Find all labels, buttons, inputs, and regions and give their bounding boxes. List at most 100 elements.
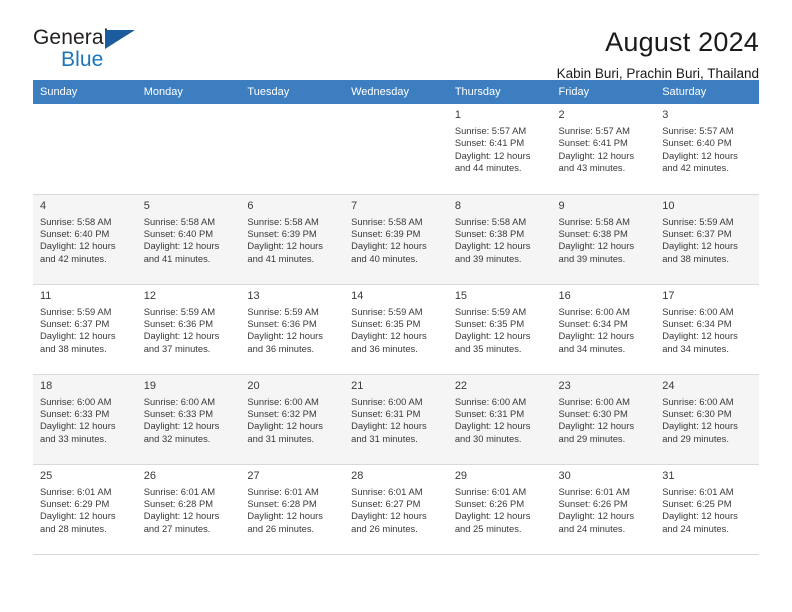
- day-sun-details: Sunrise: 5:57 AM Sunset: 6:41 PM Dayligh…: [454, 125, 531, 174]
- general-blue-logo[interactable]: General Blue: [33, 27, 153, 75]
- calendar-week-row: 4 Sunrise: 5:58 AM Sunset: 6:40 PM Daylig…: [33, 194, 759, 285]
- calendar-empty-cell: [344, 104, 448, 195]
- calendar-day-cell[interactable]: 29 Sunrise: 6:01 AM Sunset: 6:26 PM Dayli…: [447, 464, 552, 555]
- day-sun-details: Sunrise: 5:58 AM Sunset: 6:40 PM Dayligh…: [40, 215, 116, 264]
- day-sun-details: Sunrise: 5:58 AM Sunset: 6:39 PM Dayligh…: [351, 215, 427, 264]
- page-title: August 2024: [605, 27, 759, 57]
- day-sun-details: Sunrise: 6:01 AM Sunset: 6:28 PM Dayligh…: [247, 485, 323, 534]
- day-cell-inner: 2 Sunrise: 5:57 AM Sunset: 6:41 PM Daylig…: [552, 104, 656, 175]
- calendar-day-cell[interactable]: 13 Sunrise: 5:59 AM Sunset: 6:36 PM Dayli…: [240, 284, 345, 375]
- calendar-day-cell[interactable]: 11 Sunrise: 5:59 AM Sunset: 6:37 PM Dayli…: [33, 284, 137, 375]
- calendar-day-cell[interactable]: 4 Sunrise: 5:58 AM Sunset: 6:40 PM Daylig…: [33, 194, 137, 285]
- calendar-day-cell[interactable]: 6 Sunrise: 5:58 AM Sunset: 6:39 PM Daylig…: [240, 194, 345, 285]
- day-cell-inner: 16 Sunrise: 6:00 AM Sunset: 6:34 PM Dayli…: [552, 285, 656, 356]
- day-sun-details: Sunrise: 6:00 AM Sunset: 6:34 PM Dayligh…: [662, 305, 738, 354]
- calendar-day-cell[interactable]: 27 Sunrise: 6:01 AM Sunset: 6:28 PM Dayli…: [240, 464, 345, 555]
- day-sun-details: Sunrise: 6:00 AM Sunset: 6:30 PM Dayligh…: [662, 395, 738, 444]
- calendar-day-cell[interactable]: 9 Sunrise: 5:58 AM Sunset: 6:38 PM Daylig…: [551, 194, 656, 285]
- calendar-week-row: 25 Sunrise: 6:01 AM Sunset: 6:29 PM Dayli…: [33, 464, 759, 555]
- calendar-day-cell[interactable]: 25 Sunrise: 6:01 AM Sunset: 6:29 PM Dayli…: [33, 464, 137, 555]
- day-cell-inner: 8 Sunrise: 5:58 AM Sunset: 6:38 PM Daylig…: [448, 195, 552, 266]
- day-sun-details: Sunrise: 5:59 AM Sunset: 6:37 PM Dayligh…: [662, 215, 738, 264]
- calendar-day-cell[interactable]: 28 Sunrise: 6:01 AM Sunset: 6:27 PM Dayli…: [344, 464, 448, 555]
- calendar-day-cell[interactable]: 8 Sunrise: 5:58 AM Sunset: 6:38 PM Daylig…: [447, 194, 552, 285]
- calendar-day-cell[interactable]: 14 Sunrise: 5:59 AM Sunset: 6:35 PM Dayli…: [344, 284, 448, 375]
- calendar-body: 1 Sunrise: 5:57 AM Sunset: 6:41 PM Daylig…: [33, 104, 759, 555]
- day-number: 1: [454, 109, 461, 121]
- calendar-day-cell[interactable]: 17 Sunrise: 6:00 AM Sunset: 6:34 PM Dayli…: [655, 284, 759, 375]
- calendar-header: Sunday Monday Tuesday Wednesday Thursday Frid…: [33, 80, 759, 104]
- calendar-day-cell[interactable]: 24 Sunrise: 6:00 AM Sunset: 6:30 PM Dayli…: [655, 374, 759, 465]
- day-number: 27: [247, 469, 260, 482]
- day-sun-details: Sunrise: 5:58 AM Sunset: 6:40 PM Dayligh…: [143, 215, 220, 264]
- day-sun-details: Sunrise: 6:01 AM Sunset: 6:29 PM Dayligh…: [40, 485, 116, 534]
- calendar-day-cell[interactable]: 18 Sunrise: 6:00 AM Sunset: 6:33 PM Dayli…: [33, 374, 137, 465]
- calendar-day-cell[interactable]: 5 Sunrise: 5:58 AM Sunset: 6:40 PM Daylig…: [136, 194, 241, 285]
- calendar-day-cell[interactable]: 21 Sunrise: 6:00 AM Sunset: 6:31 PM Dayli…: [344, 374, 448, 465]
- day-sun-details: Sunrise: 5:59 AM Sunset: 6:36 PM Dayligh…: [247, 305, 323, 354]
- weekday-header-thursday: Thursday: [447, 80, 552, 104]
- weekday-header-saturday: Saturday: [655, 80, 759, 104]
- calendar-day-cell[interactable]: 7 Sunrise: 5:58 AM Sunset: 6:39 PM Daylig…: [344, 194, 448, 285]
- calendar-day-cell[interactable]: 3 Sunrise: 5:57 AM Sunset: 6:40 PM Daylig…: [655, 104, 759, 195]
- day-number: 9: [558, 199, 565, 212]
- calendar-day-cell[interactable]: 20 Sunrise: 6:00 AM Sunset: 6:32 PM Dayli…: [240, 374, 345, 465]
- calendar-day-cell[interactable]: 22 Sunrise: 6:00 AM Sunset: 6:31 PM Dayli…: [447, 374, 552, 465]
- day-number: 31: [662, 469, 675, 482]
- logo-text-general: General: [33, 26, 109, 49]
- day-number: 13: [247, 289, 260, 302]
- day-cell-inner: 31 Sunrise: 6:01 AM Sunset: 6:25 PM Dayli…: [655, 465, 759, 536]
- day-number: 21: [351, 379, 364, 392]
- calendar-day-cell[interactable]: 31 Sunrise: 6:01 AM Sunset: 6:25 PM Dayli…: [655, 464, 759, 555]
- day-sun-details: Sunrise: 6:01 AM Sunset: 6:27 PM Dayligh…: [351, 485, 427, 534]
- calendar-day-cell[interactable]: 26 Sunrise: 6:01 AM Sunset: 6:28 PM Dayli…: [136, 464, 241, 555]
- calendar-day-cell[interactable]: 16 Sunrise: 6:00 AM Sunset: 6:34 PM Dayli…: [551, 284, 656, 375]
- day-cell-inner: 4 Sunrise: 5:58 AM Sunset: 6:40 PM Daylig…: [33, 195, 137, 266]
- day-sun-details: Sunrise: 5:59 AM Sunset: 6:36 PM Dayligh…: [143, 305, 220, 354]
- day-sun-details: Sunrise: 5:58 AM Sunset: 6:38 PM Dayligh…: [454, 215, 531, 264]
- day-sun-details: Sunrise: 5:59 AM Sunset: 6:35 PM Dayligh…: [351, 305, 427, 354]
- day-number: 17: [662, 289, 675, 302]
- weekday-header-wednesday: Wednesday: [344, 80, 448, 104]
- day-cell-inner: 9 Sunrise: 5:58 AM Sunset: 6:38 PM Daylig…: [552, 195, 656, 266]
- calendar-day-cell[interactable]: 1 Sunrise: 5:57 AM Sunset: 6:41 PM Daylig…: [447, 104, 552, 195]
- calendar-day-cell[interactable]: 2 Sunrise: 5:57 AM Sunset: 6:41 PM Daylig…: [551, 104, 656, 195]
- day-cell-inner: 7 Sunrise: 5:58 AM Sunset: 6:39 PM Daylig…: [344, 195, 448, 266]
- day-cell-inner: 1 Sunrise: 5:57 AM Sunset: 6:41 PM Daylig…: [448, 104, 552, 175]
- day-number: 3: [662, 109, 669, 121]
- day-number: 5: [143, 199, 150, 212]
- calendar-day-cell[interactable]: 15 Sunrise: 5:59 AM Sunset: 6:35 PM Dayli…: [447, 284, 552, 375]
- day-sun-details: Sunrise: 5:57 AM Sunset: 6:40 PM Dayligh…: [662, 125, 738, 174]
- day-number: 11: [40, 289, 52, 302]
- day-sun-details: Sunrise: 5:59 AM Sunset: 6:35 PM Dayligh…: [454, 305, 531, 354]
- day-number: 24: [662, 379, 675, 392]
- day-cell-inner: 29 Sunrise: 6:01 AM Sunset: 6:26 PM Dayli…: [448, 465, 552, 536]
- calendar-day-cell[interactable]: 19 Sunrise: 6:00 AM Sunset: 6:33 PM Dayli…: [136, 374, 241, 465]
- day-number: 28: [351, 469, 364, 482]
- title-block: August 2024 Kabin Buri, Prachin Buri, Th…: [557, 27, 759, 83]
- day-cell-inner: 28 Sunrise: 6:01 AM Sunset: 6:27 PM Dayli…: [344, 465, 448, 536]
- day-number: 18: [40, 379, 53, 392]
- day-number: 12: [143, 289, 156, 302]
- calendar-day-cell[interactable]: 10 Sunrise: 5:59 AM Sunset: 6:37 PM Dayli…: [655, 194, 759, 285]
- day-sun-details: Sunrise: 5:59 AM Sunset: 6:37 PM Dayligh…: [40, 305, 116, 354]
- day-cell-inner: 18 Sunrise: 6:00 AM Sunset: 6:33 PM Dayli…: [33, 375, 137, 446]
- day-sun-details: Sunrise: 6:00 AM Sunset: 6:31 PM Dayligh…: [351, 395, 427, 444]
- day-sun-details: Sunrise: 6:00 AM Sunset: 6:31 PM Dayligh…: [454, 395, 531, 444]
- day-sun-details: Sunrise: 6:01 AM Sunset: 6:26 PM Dayligh…: [558, 485, 635, 534]
- calendar-day-cell[interactable]: 30 Sunrise: 6:01 AM Sunset: 6:26 PM Dayli…: [551, 464, 656, 555]
- day-cell-inner: 12 Sunrise: 5:59 AM Sunset: 6:36 PM Dayli…: [137, 285, 241, 356]
- day-number: 29: [454, 469, 468, 482]
- calendar-empty-cell: [240, 104, 345, 195]
- calendar-empty-cell: [33, 104, 137, 195]
- day-cell-inner: 26 Sunrise: 6:01 AM Sunset: 6:28 PM Dayli…: [137, 465, 241, 536]
- day-cell-inner: 6 Sunrise: 5:58 AM Sunset: 6:39 PM Daylig…: [240, 195, 344, 266]
- calendar-day-cell[interactable]: 12 Sunrise: 5:59 AM Sunset: 6:36 PM Dayli…: [136, 284, 241, 375]
- weekday-header-tuesday: Tuesday: [240, 80, 345, 104]
- day-cell-inner: 24 Sunrise: 6:00 AM Sunset: 6:30 PM Dayli…: [655, 375, 759, 446]
- day-cell-inner: 20 Sunrise: 6:00 AM Sunset: 6:32 PM Dayli…: [240, 375, 344, 446]
- day-number: 19: [143, 379, 156, 392]
- day-sun-details: Sunrise: 6:01 AM Sunset: 6:28 PM Dayligh…: [143, 485, 220, 534]
- calendar-day-cell[interactable]: 23 Sunrise: 6:00 AM Sunset: 6:30 PM Dayli…: [551, 374, 656, 465]
- page-header: General Blue August 2024 Kabin Buri, Pra…: [33, 0, 759, 82]
